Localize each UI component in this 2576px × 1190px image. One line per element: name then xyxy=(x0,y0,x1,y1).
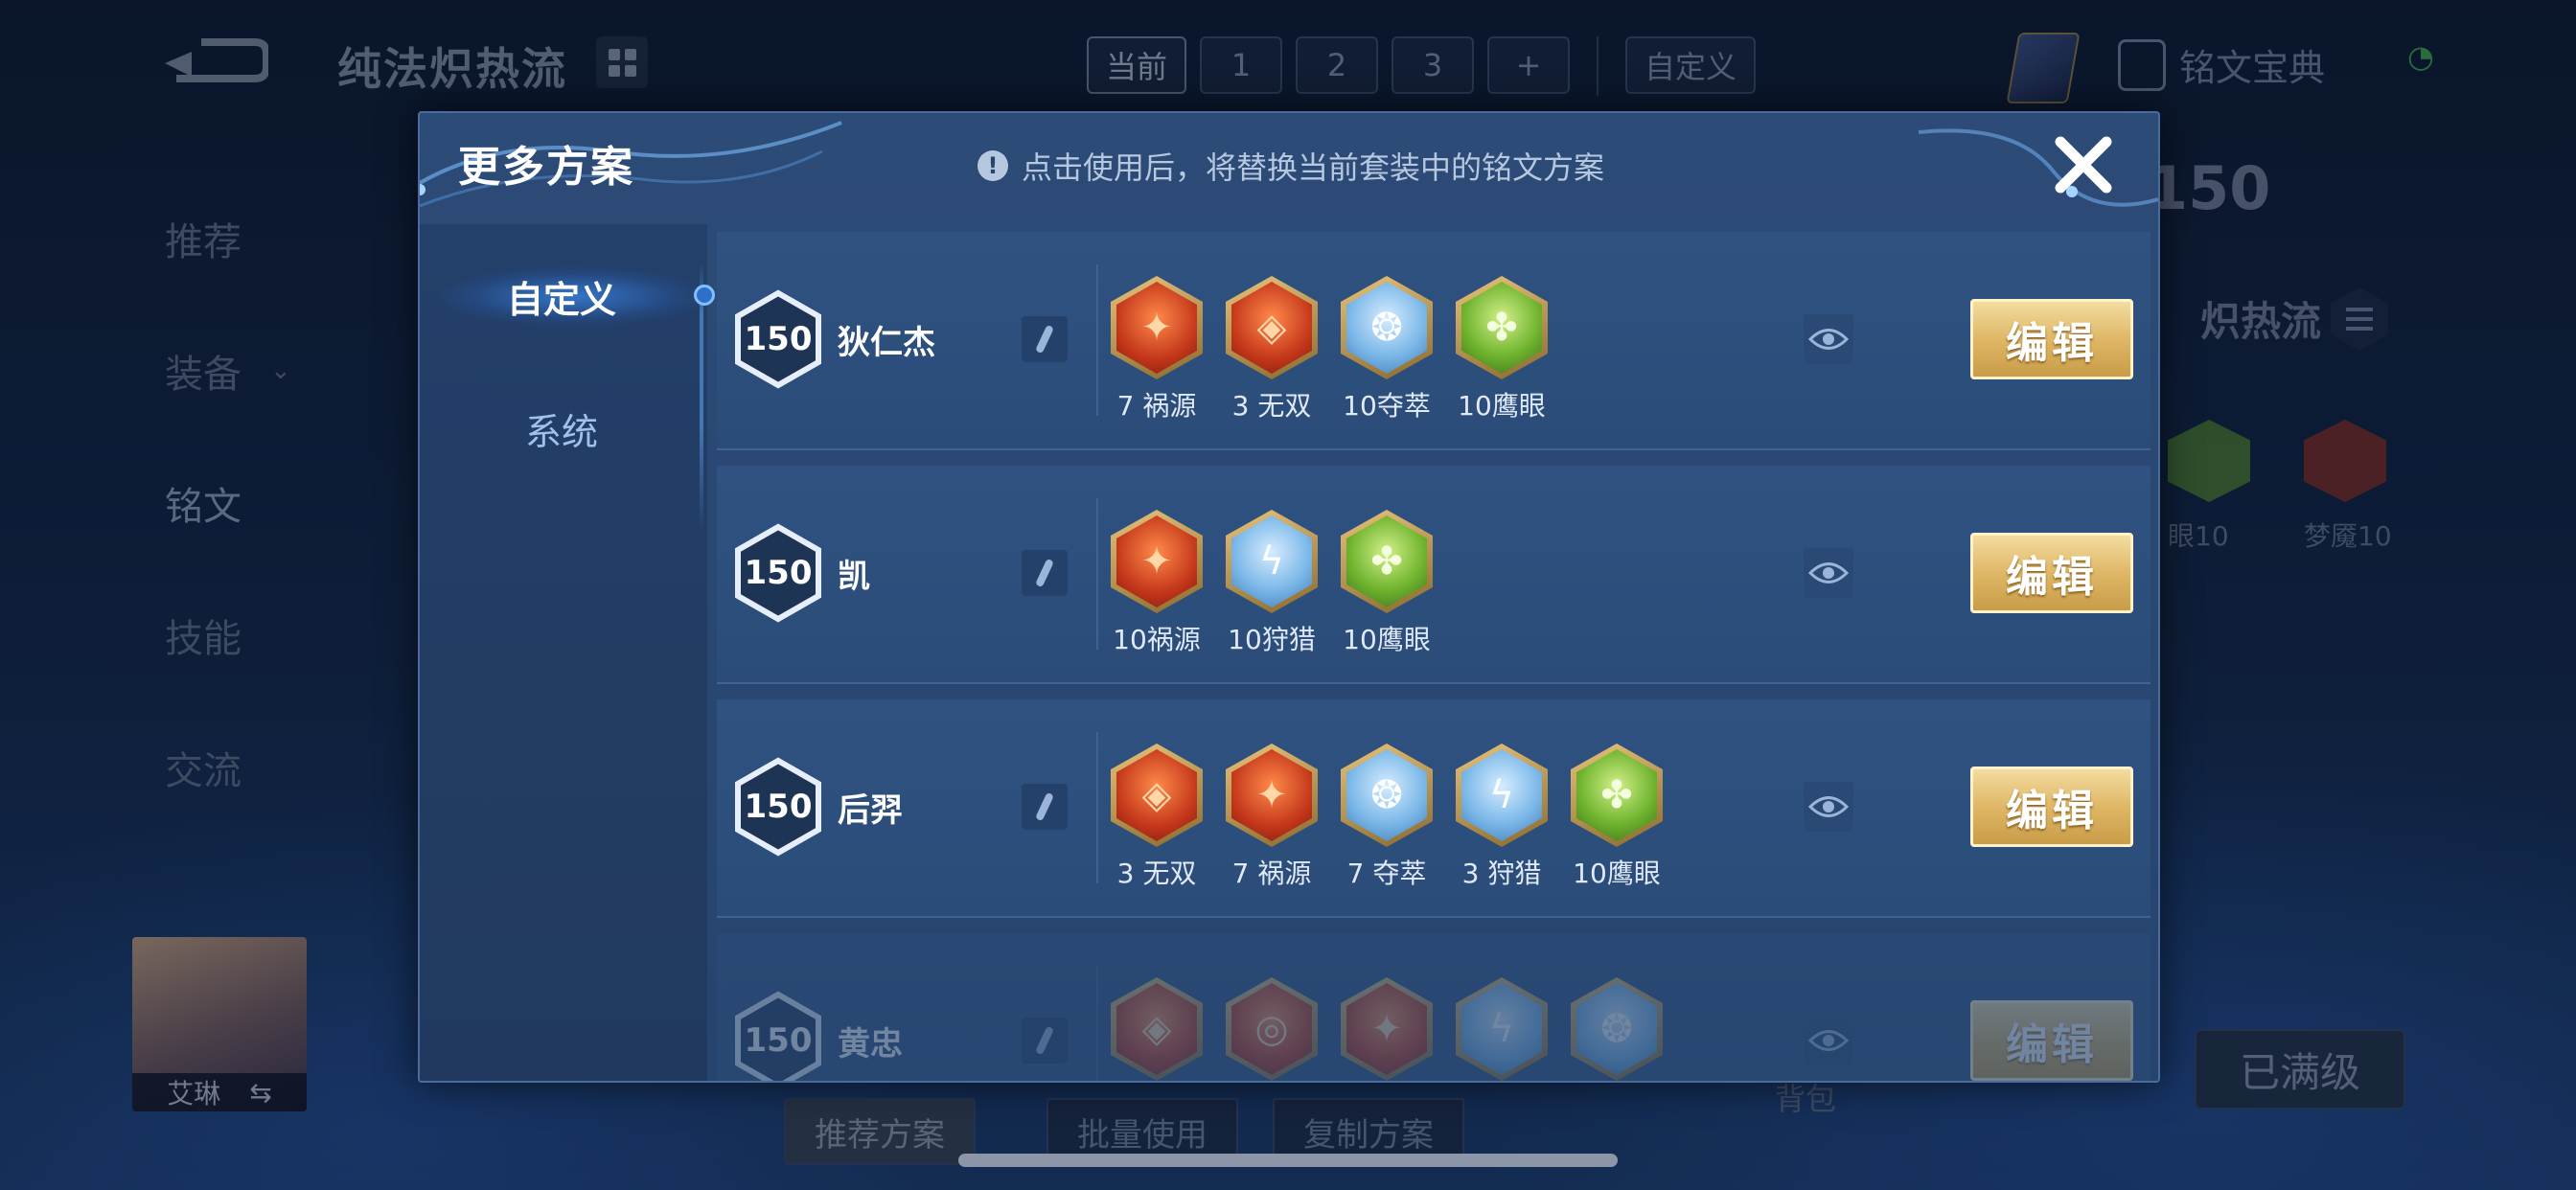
plan-row: 150 后羿 ◈ 3 无双 ✦ 7 祸源 ❂ 7 夺萃 ϟ 3 狩猎 ✤ 10鹰… xyxy=(717,699,2150,918)
pencil-icon xyxy=(1035,1025,1054,1056)
rune-blue-icon: ϟ xyxy=(1231,515,1312,607)
preview-button[interactable] xyxy=(1804,1016,1853,1065)
rune-blue-icon: ❂ xyxy=(1576,983,1657,1075)
level-badge: 150 xyxy=(734,991,822,1081)
row-divider xyxy=(1096,732,1098,883)
rune-slot[interactable]: ✤ 10鹰眼 xyxy=(1455,276,1549,423)
row-divider xyxy=(1096,966,1098,1081)
plan-hero-name: 黄忠 xyxy=(838,1025,903,1064)
rune-slot[interactable]: ✤ 10鹰眼 xyxy=(1340,510,1434,657)
rune-red-icon: ✦ xyxy=(1116,515,1197,607)
close-icon xyxy=(2055,136,2112,194)
rename-button[interactable] xyxy=(1022,550,1068,596)
edit-button[interactable]: 编辑 xyxy=(1970,767,2133,847)
rune-slot[interactable]: ◈ 3 无双 xyxy=(1225,276,1319,423)
rune-green-icon: ✤ xyxy=(1461,282,1542,374)
rune-red-icon: ◈ xyxy=(1116,749,1197,841)
notice-text: 点击使用后，将替换当前套装中的铭文方案 xyxy=(1022,149,1605,186)
rune-blue-icon: ❂ xyxy=(1346,749,1427,841)
rune-blue-icon: ϟ xyxy=(1461,983,1542,1075)
rename-button[interactable] xyxy=(1022,1018,1068,1064)
rune-slot[interactable]: ❂ xyxy=(1570,977,1664,1081)
rune-red-icon: ◈ xyxy=(1116,983,1197,1075)
rune-blue-icon: ϟ xyxy=(1461,749,1542,841)
rune-red-icon: ◈ xyxy=(1231,282,1312,374)
eye-icon xyxy=(1808,796,1849,817)
plan-row: 150 黄忠 ◈ ◎ ✦ ϟ ❂ 编辑 xyxy=(717,933,2150,1081)
preview-button[interactable] xyxy=(1804,782,1853,832)
preview-button[interactable] xyxy=(1804,314,1853,364)
rune-set: ◈ ◎ ✦ ϟ ❂ xyxy=(1110,977,1664,1081)
rune-slot[interactable]: ❂ 10夺萃 xyxy=(1340,276,1434,423)
rune-slot[interactable]: ϟ xyxy=(1455,977,1549,1081)
rune-green-icon: ✤ xyxy=(1346,515,1427,607)
pencil-icon xyxy=(1035,791,1054,822)
eye-icon xyxy=(1808,329,1849,350)
preview-button[interactable] xyxy=(1804,548,1853,598)
more-plans-dialog: 更多方案 ! 点击使用后，将替换当前套装中的铭文方案 自定义 系统 150 狄仁… xyxy=(418,111,2160,1083)
level-badge: 150 xyxy=(734,523,822,623)
rune-slot[interactable]: ϟ 10狩猎 xyxy=(1225,510,1319,657)
rune-blue-icon: ❂ xyxy=(1346,282,1427,374)
replace-notice: ! 点击使用后，将替换当前套装中的铭文方案 xyxy=(978,144,1604,188)
plan-row: 150 凯 ✦ 10祸源 ϟ 10狩猎 ✤ 10鹰眼 编辑 xyxy=(717,466,2150,684)
info-icon: ! xyxy=(978,150,1008,181)
plan-hero-name: 狄仁杰 xyxy=(838,324,935,362)
rune-red-icon: ✦ xyxy=(1231,749,1312,841)
dialog-title: 更多方案 xyxy=(458,143,634,192)
rune-slot[interactable]: ❂ 7 夺萃 xyxy=(1340,744,1434,891)
rune-red-icon: ✦ xyxy=(1116,282,1197,374)
rune-slot[interactable]: ◈ 3 无双 xyxy=(1110,744,1204,891)
eye-icon xyxy=(1808,562,1849,584)
pencil-icon xyxy=(1035,558,1054,588)
rune-slot[interactable]: ✦ 10祸源 xyxy=(1110,510,1204,657)
level-badge: 150 xyxy=(734,757,822,857)
tab-custom-plans[interactable]: 自定义 xyxy=(420,253,715,339)
pencil-icon xyxy=(1035,324,1054,355)
rune-slot[interactable]: ◈ xyxy=(1110,977,1204,1081)
rename-button[interactable] xyxy=(1022,316,1068,362)
rune-slot[interactable]: ✦ 7 祸源 xyxy=(1225,744,1319,891)
rune-slot[interactable]: ✤ 10鹰眼 xyxy=(1570,744,1664,891)
plan-hero-name: 凯 xyxy=(838,558,870,596)
rune-slot[interactable]: ✦ xyxy=(1340,977,1434,1081)
edit-button[interactable]: 编辑 xyxy=(1970,533,2133,613)
rune-green-icon: ✤ xyxy=(1576,749,1657,841)
close-button[interactable] xyxy=(2045,126,2122,203)
rune-set: ✦ 10祸源 ϟ 10狩猎 ✤ 10鹰眼 xyxy=(1110,510,1434,657)
plan-row: 150 狄仁杰 ✦ 7 祸源 ◈ 3 无双 ❂ 10夺萃 ✤ 10鹰眼 编辑 xyxy=(717,232,2150,450)
rune-slot[interactable]: ◎ xyxy=(1225,977,1319,1081)
plan-hero-name: 后羿 xyxy=(838,791,903,830)
rune-slot[interactable]: ϟ 3 狩猎 xyxy=(1455,744,1549,891)
rename-button[interactable] xyxy=(1022,784,1068,830)
rune-red-icon: ◎ xyxy=(1231,983,1312,1075)
home-indicator[interactable] xyxy=(958,1154,1618,1167)
eye-icon xyxy=(1808,1030,1849,1051)
edit-button[interactable]: 编辑 xyxy=(1970,1000,2133,1081)
rune-slot[interactable]: ✦ 7 祸源 xyxy=(1110,276,1204,423)
plan-list: 150 狄仁杰 ✦ 7 祸源 ◈ 3 无双 ❂ 10夺萃 ✤ 10鹰眼 编辑 1… xyxy=(717,232,2150,1081)
rune-red-icon: ✦ xyxy=(1346,983,1427,1075)
tab-system-plans[interactable]: 系统 xyxy=(420,385,703,471)
dialog-sidebar: 自定义 系统 xyxy=(420,224,715,1081)
edit-button[interactable]: 编辑 xyxy=(1970,299,2133,379)
level-badge: 150 xyxy=(734,289,822,389)
row-divider xyxy=(1096,264,1098,416)
dialog-header: 更多方案 ! 点击使用后，将替换当前套装中的铭文方案 xyxy=(420,113,2158,224)
rune-set: ✦ 7 祸源 ◈ 3 无双 ❂ 10夺萃 ✤ 10鹰眼 xyxy=(1110,276,1549,423)
rune-set: ◈ 3 无双 ✦ 7 祸源 ❂ 7 夺萃 ϟ 3 狩猎 ✤ 10鹰眼 xyxy=(1110,744,1664,891)
row-divider xyxy=(1096,498,1098,650)
